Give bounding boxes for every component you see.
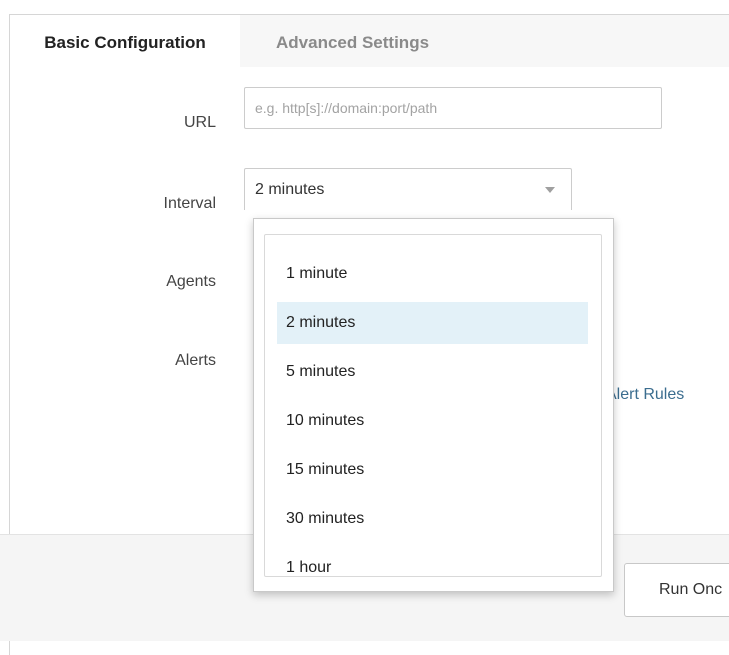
interval-option[interactable]: 1 minute — [277, 253, 588, 295]
interval-selected-value: 2 minutes — [255, 181, 325, 198]
interval-select[interactable]: 2 minutes — [244, 168, 572, 210]
url-label: URL — [183, 114, 216, 131]
tab-bar: Basic Configuration Advanced Settings — [10, 15, 729, 67]
interval-option[interactable]: 1 hour — [277, 547, 588, 589]
caret-down-icon — [545, 187, 555, 193]
tab-basic-configuration[interactable]: Basic Configuration — [10, 15, 240, 67]
interval-option-selected[interactable]: 2 minutes — [277, 302, 588, 344]
url-input[interactable] — [244, 87, 662, 129]
interval-option[interactable]: 10 minutes — [277, 400, 588, 442]
interval-option[interactable]: 30 minutes — [277, 498, 588, 540]
dropdown-options-list: 1 minute 2 minutes 5 minutes 10 minutes … — [264, 234, 602, 577]
run-once-button[interactable]: Run Onc — [624, 563, 729, 617]
interval-option[interactable]: 15 minutes — [277, 449, 588, 491]
tab-advanced-settings[interactable]: Advanced Settings — [276, 15, 429, 67]
interval-dropdown-menu: 1 minute 2 minutes 5 minutes 10 minutes … — [253, 218, 614, 592]
alerts-label: Alerts — [175, 352, 216, 369]
agents-label: Agents — [166, 273, 216, 290]
interval-option[interactable]: 5 minutes — [277, 351, 588, 393]
interval-label: Interval — [163, 195, 216, 212]
